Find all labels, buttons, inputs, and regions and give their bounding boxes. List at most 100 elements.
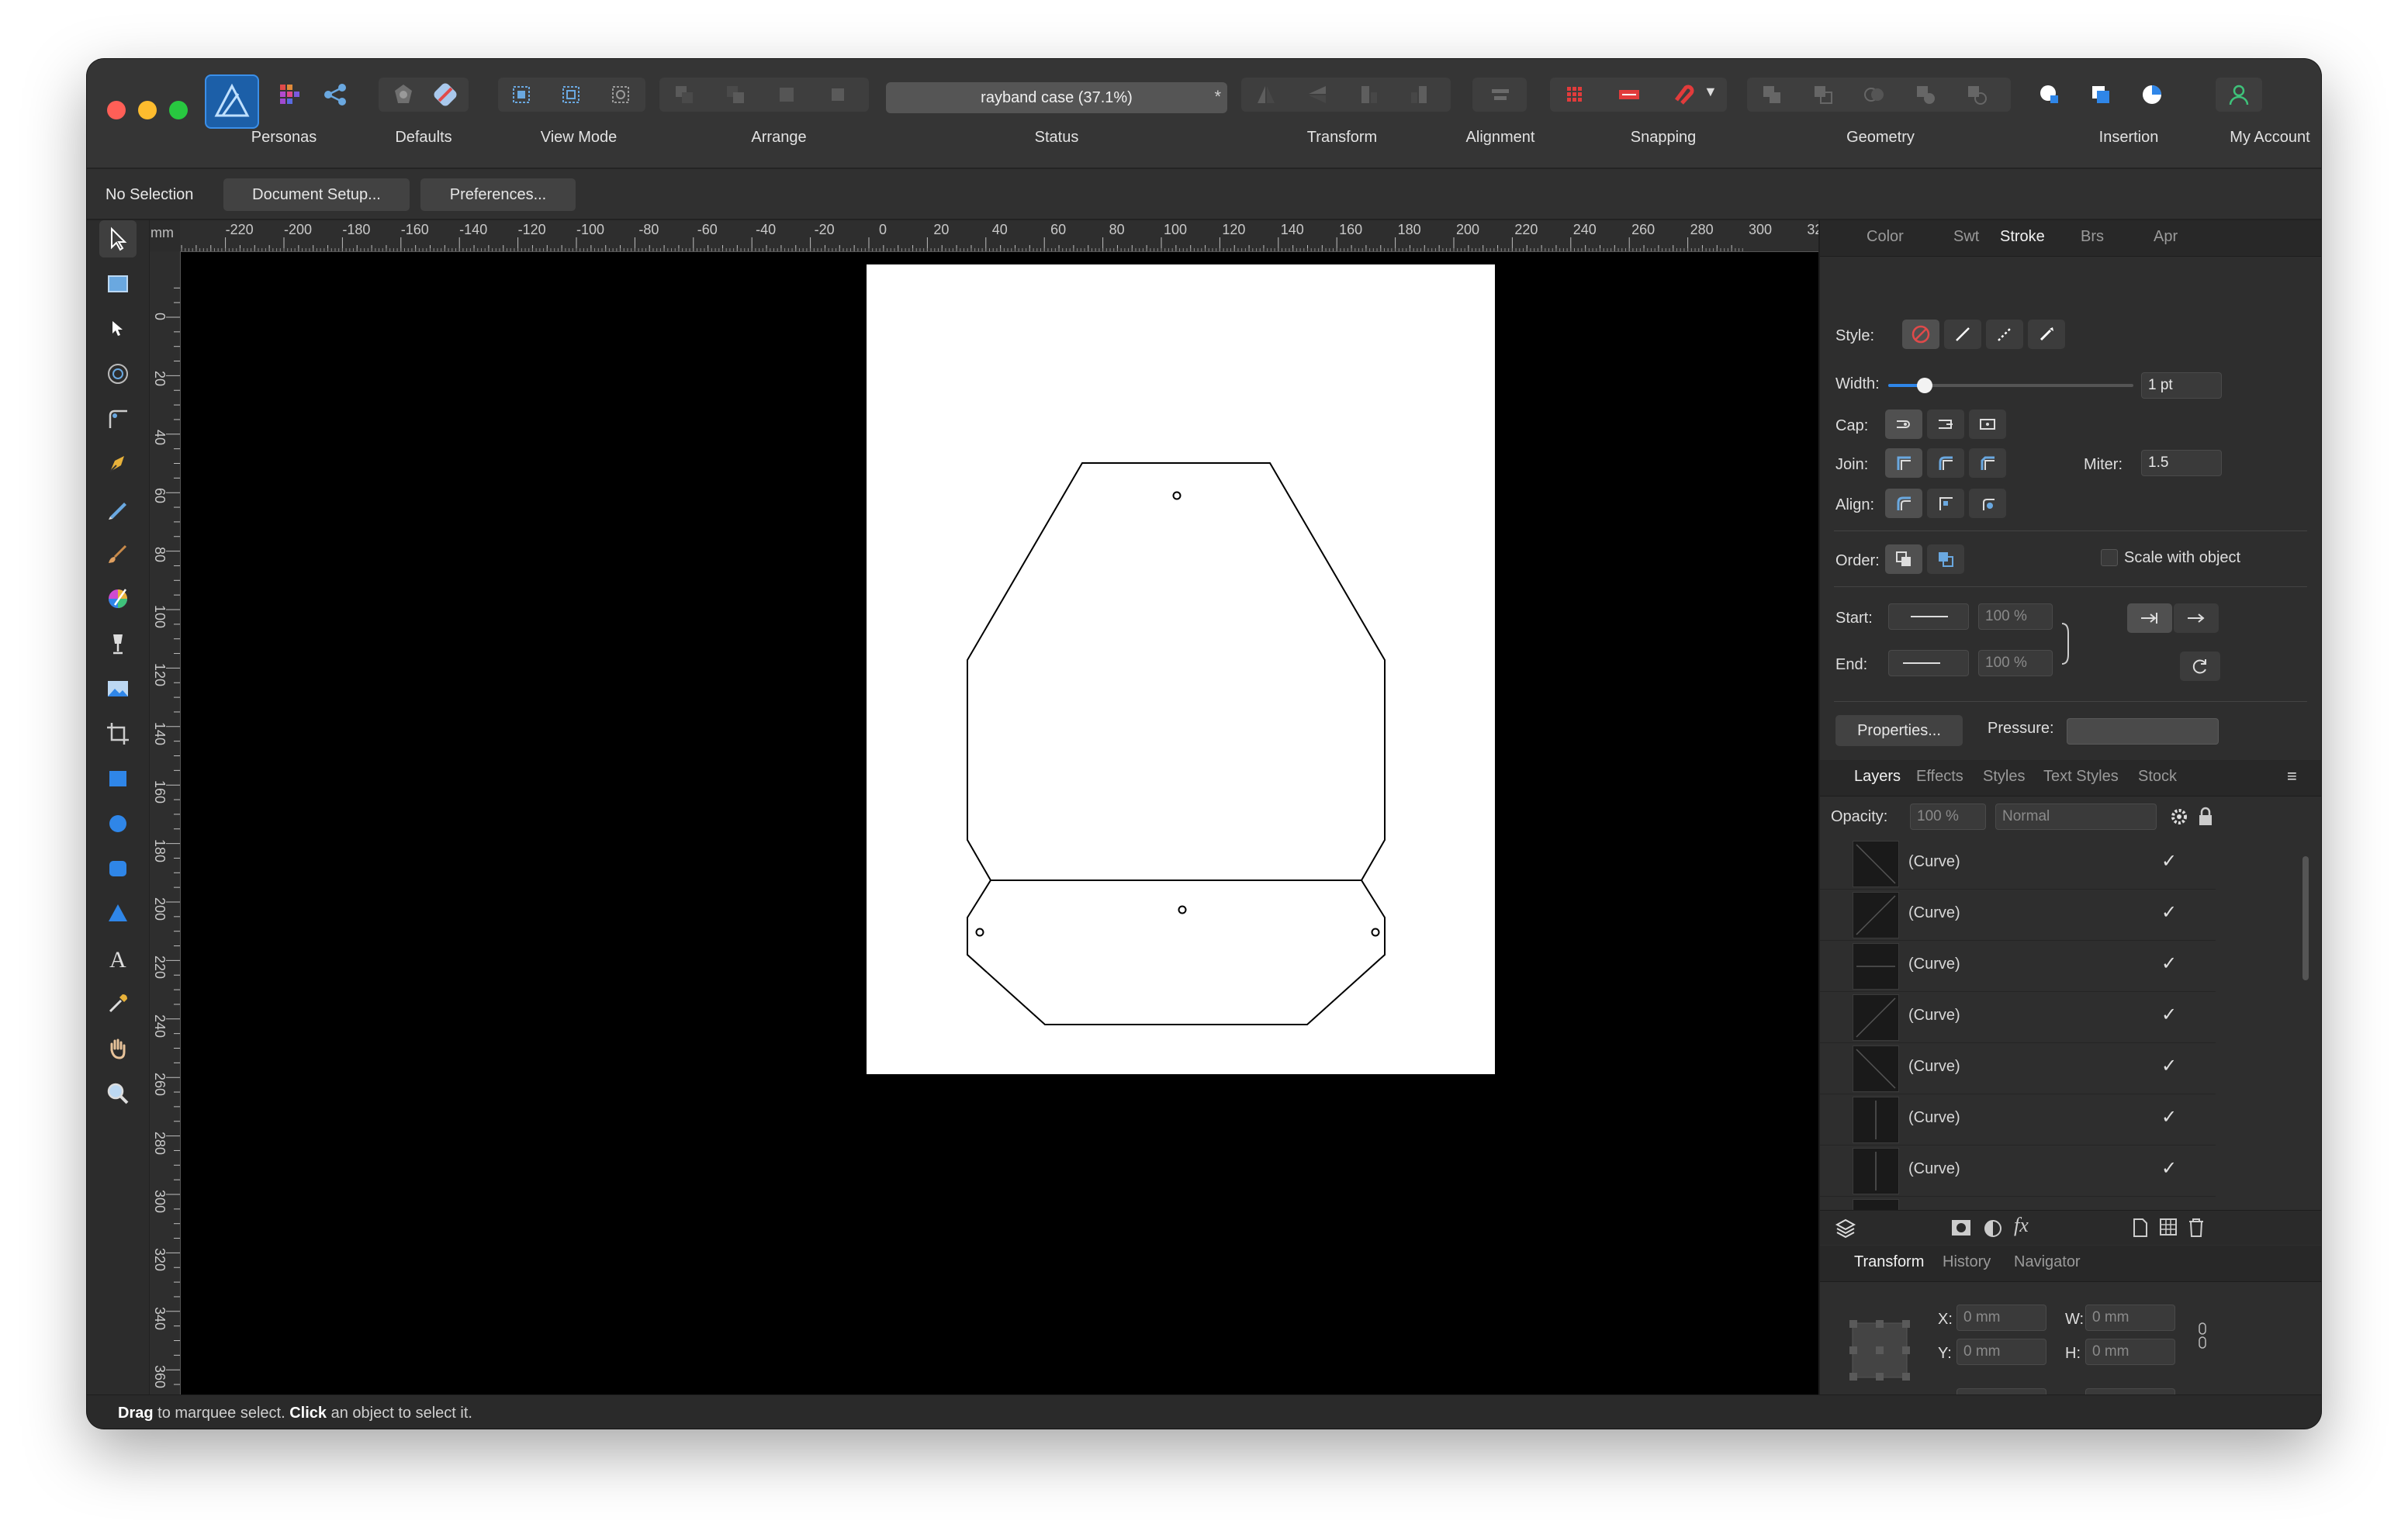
top-panel-curve[interactable] — [967, 462, 1386, 881]
effects-fx-icon[interactable]: fx — [2014, 1214, 2029, 1237]
blend-mode-select[interactable]: Normal — [1995, 804, 2157, 830]
pencil-tool[interactable] — [99, 490, 137, 527]
tab-stroke[interactable]: Stroke — [2000, 228, 2045, 246]
crop-tool[interactable] — [99, 715, 137, 752]
view-mode-vector-button[interactable] — [501, 78, 541, 112]
tab-transform[interactable]: Transform — [1854, 1253, 1924, 1271]
y-field[interactable]: 0 mm — [1956, 1339, 2046, 1365]
rotate-right-button[interactable] — [1399, 78, 1440, 112]
top-hole-marker[interactable] — [1172, 491, 1182, 500]
swap-arrowheads-button[interactable] — [2180, 651, 2220, 681]
h-field[interactable]: 0 mm — [2085, 1339, 2175, 1365]
pixel-persona-button[interactable] — [270, 78, 310, 112]
arrowhead-align-outside-button[interactable] — [2174, 603, 2219, 633]
snapping-toggle-button[interactable] — [1663, 78, 1704, 112]
link-bracket-icon[interactable] — [2059, 620, 2074, 667]
start-scale-field[interactable]: 100 % — [1978, 603, 2053, 630]
layer-row[interactable]: (Curve) ✓ — [1820, 1042, 2216, 1094]
maximize-window-button[interactable] — [169, 101, 188, 119]
insert-top-button[interactable] — [2081, 78, 2121, 112]
transparency-tool[interactable] — [99, 625, 137, 662]
geometry-intersect-button[interactable] — [1854, 78, 1894, 112]
end-arrowhead-select[interactable] — [1888, 650, 1969, 676]
point-transform-tool[interactable] — [99, 355, 137, 392]
move-back-one-button[interactable] — [715, 78, 756, 112]
geometry-xor-button[interactable] — [1905, 78, 1946, 112]
miter-value-field[interactable]: 1.5 — [2141, 450, 2222, 476]
designer-persona-button[interactable] — [205, 74, 259, 129]
insert-inside-button[interactable] — [2132, 78, 2172, 112]
geometry-divide-button[interactable] — [1956, 78, 1997, 112]
horizontal-ruler[interactable]: -220 -200 -180 -160 -140 -120 -100 -80 -60 -40 -20… — [180, 220, 1818, 252]
style-texture-button[interactable] — [2028, 320, 2065, 349]
layer-visibility-checkbox[interactable]: ✓ — [2161, 1106, 2177, 1128]
center-hole-marker[interactable] — [1178, 905, 1187, 914]
triangle-tool[interactable] — [99, 895, 137, 932]
color-picker-tool[interactable] — [99, 985, 137, 1022]
synchronize-defaults-button[interactable] — [383, 78, 424, 112]
move-to-front-button[interactable] — [818, 78, 858, 112]
width-value-field[interactable]: 1 pt — [2141, 372, 2222, 399]
align-outside-button[interactable] — [1969, 489, 2006, 518]
preferences-button[interactable]: Preferences... — [420, 178, 576, 211]
layer-visibility-checkbox[interactable]: ✓ — [2161, 1004, 2177, 1026]
move-tool[interactable] — [99, 220, 137, 257]
canvas-area[interactable] — [181, 252, 1818, 1394]
bottom-panel-curve[interactable] — [967, 880, 1386, 1025]
tab-brushes[interactable]: Brs — [2081, 228, 2104, 246]
join-round-button[interactable] — [1927, 448, 1964, 478]
rectangle-tool[interactable] — [99, 760, 137, 797]
layers-scrollbar[interactable] — [2302, 856, 2309, 980]
layer-visibility-checkbox[interactable]: ✓ — [2161, 1157, 2177, 1180]
minimize-window-button[interactable] — [138, 101, 157, 119]
revert-defaults-button[interactable] — [425, 78, 465, 112]
layer-row[interactable]: (Curve) ✓ — [1820, 991, 2216, 1043]
add-layer-icon[interactable] — [2132, 1217, 2149, 1239]
tab-history[interactable]: History — [1943, 1253, 1991, 1271]
join-miter-button[interactable] — [1885, 448, 1922, 478]
pen-tool[interactable] — [99, 445, 137, 482]
tab-layers[interactable]: Layers — [1854, 768, 1901, 786]
node-tool[interactable] — [99, 310, 137, 347]
add-pixel-layer-icon[interactable] — [2158, 1217, 2178, 1237]
tab-text-styles[interactable]: Text Styles — [2043, 768, 2119, 786]
vector-brush-tool[interactable] — [99, 535, 137, 572]
properties-button[interactable]: Properties... — [1835, 715, 1963, 746]
move-to-back-button[interactable] — [664, 78, 704, 112]
close-window-button[interactable] — [107, 101, 126, 119]
view-mode-pixel-button[interactable] — [551, 78, 591, 112]
tab-styles[interactable]: Styles — [1983, 768, 2025, 786]
tab-swatches[interactable]: Swt — [1953, 228, 1979, 246]
arrowhead-align-inside-button[interactable] — [2127, 603, 2172, 633]
rotate-left-button[interactable] — [1348, 78, 1389, 112]
flip-vertical-button[interactable] — [1297, 78, 1337, 112]
layer-visibility-checkbox[interactable]: ✓ — [2161, 850, 2177, 873]
view-mode-retina-button[interactable] — [600, 78, 641, 112]
order-behind-fill-button[interactable] — [1885, 544, 1922, 574]
layers-stack-icon[interactable] — [1834, 1217, 1857, 1239]
aspect-lock-chain-icon[interactable] — [2197, 1322, 2208, 1350]
cap-round-button[interactable] — [1927, 410, 1964, 439]
style-none-button[interactable] — [1902, 320, 1939, 349]
layers-list[interactable]: (Curve) ✓ (Curve) ✓ (Curve) ✓ (Curve) ✓ (Curve) ✓… — [1820, 838, 2223, 1210]
my-account-button[interactable] — [2219, 78, 2259, 112]
align-inside-button[interactable] — [1927, 489, 1964, 518]
layer-row[interactable]: (Curve) ✓ — [1820, 1145, 2216, 1197]
layer-row[interactable]: (Curve) ✓ — [1820, 889, 2216, 941]
geometry-subtract-button[interactable] — [1803, 78, 1843, 112]
w-field[interactable]: 0 mm — [2085, 1305, 2175, 1331]
cap-square-button[interactable] — [1969, 410, 2006, 439]
insert-behind-button[interactable] — [2029, 78, 2070, 112]
fill-tool[interactable] — [99, 580, 137, 617]
mask-layer-icon[interactable] — [1950, 1218, 1972, 1237]
order-front-fill-button[interactable] — [1927, 544, 1964, 574]
layer-row[interactable]: (Curve) ✓ — [1820, 1094, 2216, 1146]
layer-row[interactable]: (Curve) ✓ — [1820, 940, 2216, 992]
end-scale-field[interactable]: 100 % — [1978, 650, 2053, 676]
flip-horizontal-button[interactable] — [1246, 78, 1286, 112]
layer-visibility-checkbox[interactable]: ✓ — [2161, 1055, 2177, 1077]
geometry-add-button[interactable] — [1752, 78, 1792, 112]
artboard-tool[interactable] — [99, 265, 137, 302]
tab-effects[interactable]: Effects — [1916, 768, 1963, 786]
style-dashed-button[interactable] — [1986, 320, 2023, 349]
